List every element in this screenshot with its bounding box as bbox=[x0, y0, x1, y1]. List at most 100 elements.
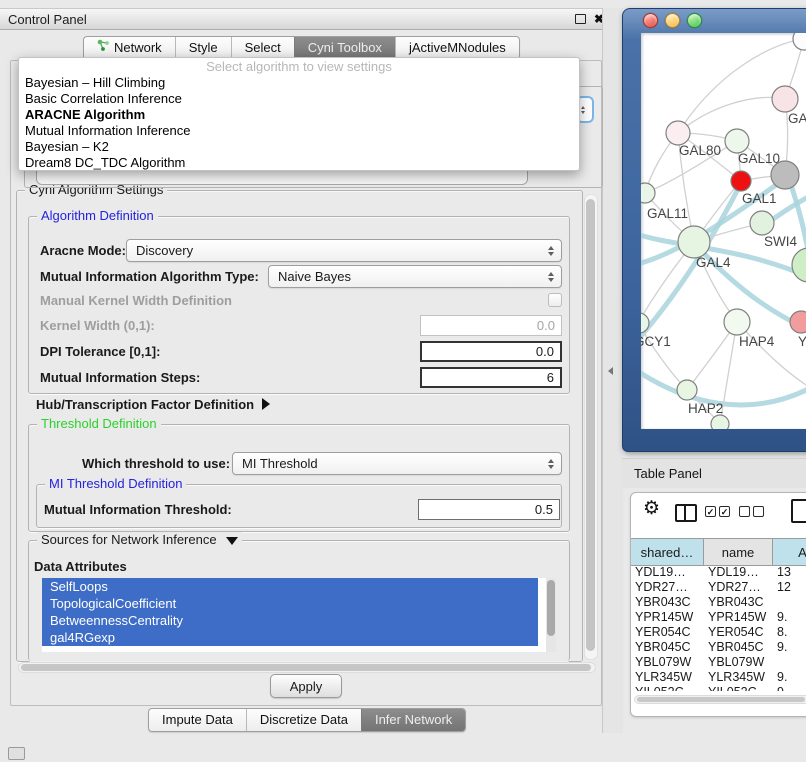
algorithm-option-basic-correlation-inference[interactable]: Basic Correlation Inference bbox=[19, 91, 579, 107]
algorithm-option-bayesian-hill-climbing[interactable]: Bayesian – Hill Climbing bbox=[19, 75, 579, 91]
network-node-y[interactable] bbox=[790, 311, 806, 333]
network-node[interactable] bbox=[711, 415, 729, 429]
table-cell: YBL079W bbox=[631, 655, 704, 669]
table-row[interactable]: YIL052CYIL052C9. bbox=[631, 684, 806, 691]
tab-discretize-data[interactable]: Discretize Data bbox=[246, 709, 361, 731]
network-node-swi4[interactable] bbox=[750, 211, 774, 235]
table-row[interactable]: YBR045CYBR045C9. bbox=[631, 639, 806, 654]
deselect-all-checkbox-icon[interactable] bbox=[739, 506, 750, 517]
table-panel-title: Table Panel bbox=[634, 466, 702, 481]
table-cell: YBR045C bbox=[631, 640, 704, 654]
network-node-gal80[interactable] bbox=[666, 121, 690, 145]
algorithm-option-bayesian-k2[interactable]: Bayesian – K2 bbox=[19, 139, 579, 155]
table-row[interactable]: YPR145WYPR145W9. bbox=[631, 609, 806, 624]
settings-vertical-scrollbar-thumb[interactable] bbox=[586, 199, 595, 651]
network-node-gal4[interactable] bbox=[678, 226, 710, 258]
float-window-icon[interactable] bbox=[575, 14, 586, 24]
table-cell: YLR345W bbox=[631, 670, 704, 684]
list-scrollbar-track[interactable] bbox=[546, 578, 556, 652]
splitter-collapse-icon[interactable] bbox=[608, 367, 613, 375]
mi-algorithm-type-select[interactable]: Naive Bayes bbox=[268, 265, 562, 288]
mi-steps-input[interactable]: 6 bbox=[420, 367, 562, 388]
tab-infer-network[interactable]: Infer Network bbox=[361, 709, 465, 731]
network-node-hap2[interactable] bbox=[677, 380, 697, 400]
network-node-hap4[interactable] bbox=[724, 309, 750, 335]
data-attribute-item-betweennesscentrality[interactable]: BetweennessCentrality bbox=[42, 612, 538, 629]
mi-algorithm-type-value: Naive Bayes bbox=[278, 269, 351, 284]
list-scrollbar-thumb[interactable] bbox=[547, 580, 555, 636]
table-cell: YER054C bbox=[704, 625, 773, 639]
column-layout-icon[interactable] bbox=[675, 504, 697, 522]
settings-horizontal-scrollbar[interactable] bbox=[18, 662, 596, 673]
node-label-gcy1: GCY1 bbox=[641, 334, 671, 349]
table-header-row: shared…nameA bbox=[631, 538, 806, 566]
table-cell: 9. bbox=[773, 670, 806, 684]
network-node[interactable] bbox=[771, 161, 799, 189]
gear-icon[interactable]: ⚙ bbox=[643, 499, 660, 518]
new-table-icon[interactable] bbox=[791, 499, 806, 523]
column-header-name[interactable]: name bbox=[704, 539, 773, 565]
table-horizontal-scrollbar[interactable] bbox=[634, 695, 806, 704]
network-node-gal1[interactable] bbox=[731, 171, 751, 191]
network-canvas[interactable]: GALGAL80GAL10GAL1GAL11SWI4GAL4GCY1HAP4YH… bbox=[641, 33, 806, 429]
table-row[interactable]: YLR345WYLR345W9. bbox=[631, 669, 806, 684]
table-horizontal-scrollbar-thumb[interactable] bbox=[637, 697, 805, 702]
aracne-mode-value: Discovery bbox=[136, 243, 193, 258]
column-header-shared[interactable]: shared… bbox=[631, 539, 704, 565]
data-attribute-item-selfloops[interactable]: SelfLoops bbox=[42, 578, 538, 595]
apply-button[interactable]: Apply bbox=[270, 674, 342, 698]
docked-panel-icon[interactable] bbox=[8, 747, 25, 760]
tab-impute-data[interactable]: Impute Data bbox=[149, 709, 246, 731]
table-row[interactable]: YBL079WYBL079W bbox=[631, 654, 806, 669]
hub-definition-toggle[interactable]: Hub/Transcription Factor Definition bbox=[36, 396, 270, 412]
which-threshold-label: Which threshold to use: bbox=[82, 452, 230, 475]
network-icon bbox=[97, 37, 110, 59]
sources-group-title[interactable]: Sources for Network Inference bbox=[37, 532, 242, 547]
table-cell: YDR27… bbox=[631, 580, 704, 594]
data-attribute-item-topologicalcoefficient[interactable]: TopologicalCoefficient bbox=[42, 595, 538, 612]
deselect-all-checkbox-icon[interactable] bbox=[753, 506, 764, 517]
network-node-gal[interactable] bbox=[772, 86, 798, 112]
tab-cyni-toolbox[interactable]: Cyni Toolbox bbox=[294, 37, 395, 59]
table-cell: YDL19… bbox=[631, 565, 704, 579]
column-header-a[interactable]: A bbox=[773, 539, 806, 565]
node-label-hap4: HAP4 bbox=[739, 334, 775, 349]
tab-select[interactable]: Select bbox=[231, 37, 294, 59]
algorithm-option-mutual-information-inference[interactable]: Mutual Information Inference bbox=[19, 123, 579, 139]
tab-network[interactable]: Network bbox=[84, 37, 175, 59]
which-threshold-select[interactable]: MI Threshold bbox=[232, 452, 562, 475]
data-attribute-item-gal4rgexp[interactable]: gal4RGexp bbox=[42, 629, 538, 646]
tab-style[interactable]: Style bbox=[175, 37, 231, 59]
dpi-tolerance-input[interactable]: 0.0 bbox=[420, 341, 562, 362]
network-node-gal11[interactable] bbox=[641, 183, 655, 203]
table-row[interactable]: YBR043CYBR043C bbox=[631, 594, 806, 609]
tab-label: Discretize Data bbox=[260, 709, 348, 731]
minimize-traffic-light-icon[interactable] bbox=[665, 13, 680, 28]
network-node[interactable] bbox=[793, 33, 806, 50]
table-row[interactable]: YER054CYER054C8. bbox=[631, 624, 806, 639]
table-row[interactable]: YDL19…YDL19…13 bbox=[631, 564, 806, 579]
select-all-checkbox-icon[interactable]: ✓ bbox=[705, 506, 716, 517]
tab-jactivemnodules[interactable]: jActiveMNodules bbox=[395, 37, 519, 59]
select-all-checkbox-icon[interactable]: ✓ bbox=[719, 506, 730, 517]
mi-threshold-input[interactable]: 0.5 bbox=[418, 499, 560, 520]
algorithm-option-aracne-algorithm[interactable]: ARACNE Algorithm bbox=[19, 107, 579, 123]
algorithm-option-dream8-dc-tdc-algorithm[interactable]: Dream8 DC_TDC Algorithm bbox=[19, 155, 579, 171]
tab-label: Impute Data bbox=[162, 709, 233, 731]
zoom-traffic-light-icon[interactable] bbox=[687, 13, 702, 28]
data-attributes-list: SelfLoopsTopologicalCoefficientBetweenne… bbox=[42, 578, 556, 652]
table-row[interactable]: YDR27…YDR27…12 bbox=[631, 579, 806, 594]
node-label-swi4: SWI4 bbox=[764, 234, 797, 249]
kernel-width-input[interactable]: 0.0 bbox=[420, 315, 562, 336]
table-body: YDL19…YDL19…13YDR27…YDR27…12YBR043CYBR04… bbox=[631, 564, 806, 691]
table-cell: 13 bbox=[773, 565, 806, 579]
node-label-gal: GAL bbox=[788, 111, 806, 126]
aracne-mode-select[interactable]: Discovery bbox=[126, 239, 562, 262]
settings-horizontal-scrollbar-thumb[interactable] bbox=[21, 664, 591, 671]
network-node-gal10[interactable] bbox=[725, 129, 749, 153]
close-traffic-light-icon[interactable] bbox=[643, 13, 658, 28]
table-cell: YDR27… bbox=[704, 580, 773, 594]
table-cell: YBR043C bbox=[704, 595, 773, 609]
manual-kernel-width-checkbox[interactable] bbox=[548, 293, 562, 307]
network-node[interactable] bbox=[792, 248, 806, 282]
